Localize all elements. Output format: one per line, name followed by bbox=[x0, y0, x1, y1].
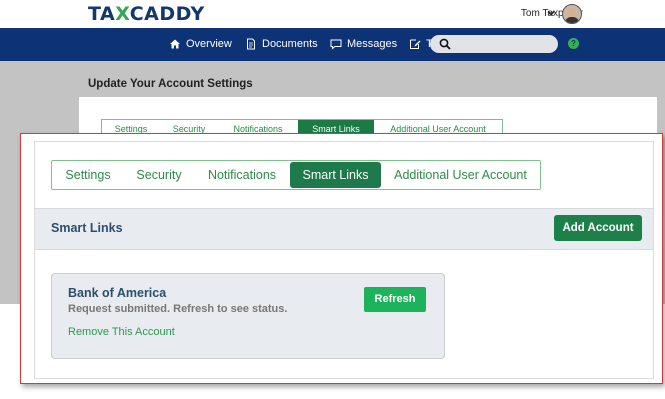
edit-icon bbox=[410, 39, 421, 49]
page-title: Update Your Account Settings bbox=[88, 78, 253, 90]
nav-overview[interactable]: Overview bbox=[169, 38, 232, 50]
document-icon bbox=[247, 38, 255, 50]
tab-settings[interactable]: Settings bbox=[52, 161, 124, 189]
top-header: TAXCADDY Tom Taxpayer bbox=[0, 0, 665, 28]
zoomed-settings-panel: Settings Security Notifications Smart Li… bbox=[20, 133, 663, 384]
message-icon bbox=[330, 39, 342, 50]
search-input[interactable] bbox=[430, 35, 558, 53]
refresh-button[interactable]: Refresh bbox=[364, 287, 426, 312]
nav-overview-label: Overview bbox=[186, 38, 232, 50]
nav-documents-label: Documents bbox=[262, 38, 318, 50]
nav-messages[interactable]: Messages bbox=[330, 38, 397, 50]
smart-links-header: Smart Links Add Account bbox=[35, 208, 653, 250]
nav-documents[interactable]: Documents bbox=[245, 38, 318, 50]
remove-account-link[interactable]: Remove This Account bbox=[68, 326, 175, 338]
add-account-button[interactable]: Add Account bbox=[554, 215, 642, 241]
nav-messages-label: Messages bbox=[347, 38, 398, 50]
main-nav: Overview Documents Messages T bbox=[0, 28, 665, 61]
tab-additional-user-account[interactable]: Additional User Account bbox=[381, 161, 540, 189]
taxcaddy-logo[interactable]: TAXCADDY bbox=[88, 3, 205, 25]
chevron-down-icon[interactable] bbox=[547, 9, 555, 17]
tab-smart-links[interactable]: Smart Links bbox=[290, 162, 381, 188]
tab-notifications[interactable]: Notifications bbox=[194, 161, 290, 189]
home-icon bbox=[170, 39, 180, 49]
linked-account-card: Bank of America Request submitted. Refre… bbox=[51, 273, 445, 359]
section-title: Smart Links bbox=[51, 221, 123, 235]
settings-tab-bar: Settings Security Notifications Smart Li… bbox=[51, 160, 541, 190]
account-name: Bank of America bbox=[68, 286, 167, 300]
account-status: Request submitted. Refresh to see status… bbox=[68, 303, 288, 315]
help-icon[interactable]: ? bbox=[568, 38, 579, 49]
tab-security[interactable]: Security bbox=[124, 161, 194, 189]
settings-card: Settings Security Notifications Smart Li… bbox=[34, 141, 654, 379]
search-icon bbox=[439, 38, 451, 50]
avatar[interactable] bbox=[562, 4, 582, 24]
